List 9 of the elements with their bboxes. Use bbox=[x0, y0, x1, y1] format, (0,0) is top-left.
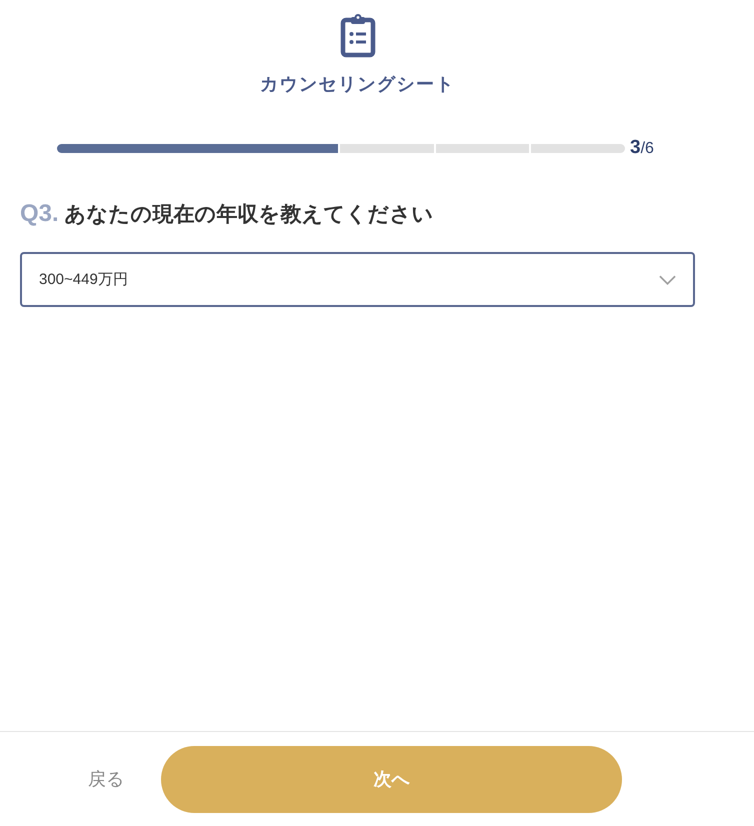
clipboard-icon bbox=[340, 14, 376, 58]
chevron-down-icon bbox=[659, 274, 676, 284]
next-button[interactable]: 次へ bbox=[161, 746, 622, 812]
question-text: あなたの現在の年収を教えてください bbox=[64, 201, 434, 228]
question-number: Q3. bbox=[20, 200, 59, 228]
income-dropdown[interactable]: 300~449万円 bbox=[20, 252, 695, 307]
progress-counter: 3/6 bbox=[630, 137, 654, 159]
back-link[interactable]: 戻る bbox=[88, 767, 124, 791]
sheet-title: カウンセリングシート bbox=[260, 74, 455, 96]
